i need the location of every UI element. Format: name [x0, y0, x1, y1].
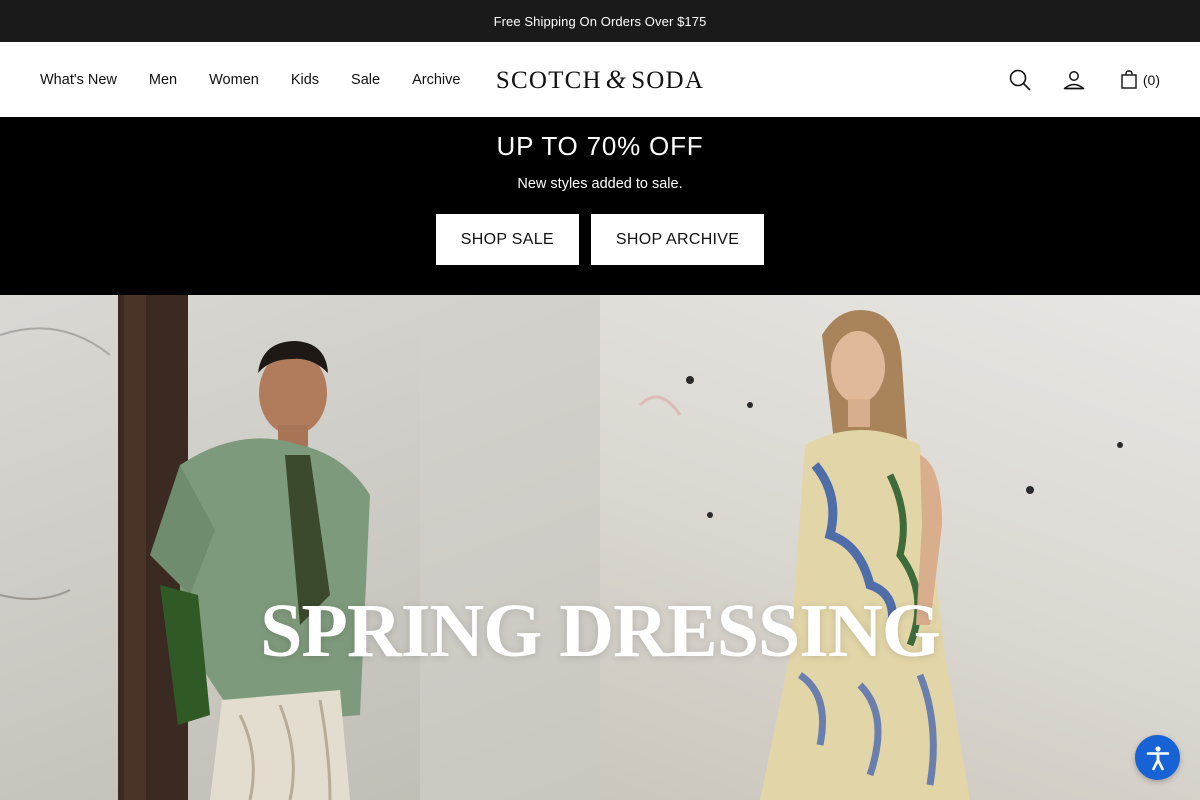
shop-archive-button[interactable]: SHOP ARCHIVE [590, 214, 765, 265]
main-nav: What's New Men Women Kids Sale Archive [40, 72, 492, 88]
site-header: What's New Men Women Kids Sale Archive S… [0, 42, 1200, 117]
sale-promo-banner: UP TO 70% OFF New styles added to sale. … [0, 117, 1200, 295]
user-icon [1063, 70, 1085, 89]
shop-sale-button[interactable]: SHOP SALE [435, 214, 579, 265]
announcement-bar: Free Shipping On Orders Over $175 [0, 0, 1200, 42]
nav-item-archive[interactable]: Archive [412, 72, 460, 88]
hero-title: SPRING DRESSING [260, 589, 941, 673]
account-button[interactable] [1063, 70, 1085, 90]
logo-word-right: SODA [631, 66, 705, 94]
hero-image-women[interactable] [600, 295, 1200, 800]
cart-count: (0) [1142, 71, 1160, 88]
promo-subtitle: New styles added to sale. [517, 176, 683, 192]
shopping-bag-icon [1121, 70, 1137, 89]
nav-item-men[interactable]: Men [149, 72, 177, 88]
announcement-text: Free Shipping On Orders Over $175 [493, 13, 707, 29]
logo-ampersand: & [605, 64, 628, 94]
hero-image-men[interactable] [0, 295, 600, 800]
hero-women-illustration [638, 310, 1123, 800]
promo-title: UP TO 70% OFF [496, 131, 704, 161]
accessibility-icon [1146, 745, 1169, 770]
logo-word-left: SCOTCH [495, 66, 602, 94]
hero-banner[interactable]: SPRING DRESSING [0, 295, 1200, 800]
accessibility-button[interactable] [1135, 735, 1180, 780]
nav-item-whats-new[interactable]: What's New [40, 72, 117, 88]
nav-item-women[interactable]: Women [209, 72, 259, 88]
nav-item-kids[interactable]: Kids [291, 72, 319, 88]
brand-logo[interactable]: SCOTCH & SODA [496, 65, 704, 95]
hero-men-illustration [0, 295, 600, 800]
nav-item-sale[interactable]: Sale [351, 72, 380, 88]
header-actions: (0) [1009, 42, 1160, 117]
search-icon [1009, 69, 1031, 90]
search-button[interactable] [1009, 69, 1031, 91]
promo-buttons: SHOP SALE SHOP ARCHIVE [435, 214, 765, 265]
cart-button[interactable]: (0) [1121, 70, 1160, 89]
